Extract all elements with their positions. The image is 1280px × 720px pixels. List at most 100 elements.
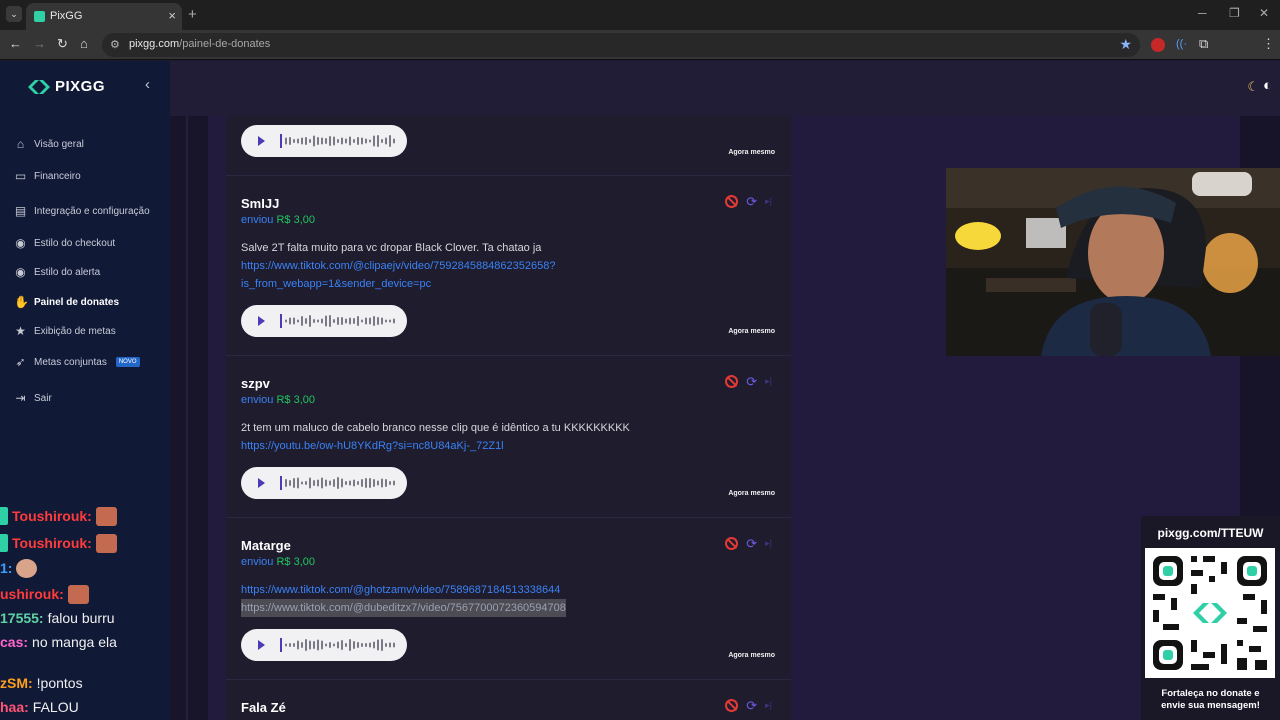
sidebar-item-visao-geral[interactable]: ⌂ Visão geral xyxy=(14,135,84,153)
play-icon[interactable] xyxy=(258,640,265,650)
pixgg-favicon-icon xyxy=(34,11,45,22)
reload-icon[interactable]: ↻ xyxy=(57,37,68,51)
emote-icon xyxy=(95,533,117,553)
browser-toolbar: ← → ↻ ⌂ ⚙ pixgg.com/painel-de-donates ★ … xyxy=(0,30,1280,81)
new-badge: NOVO xyxy=(115,357,140,367)
address-bar[interactable]: ⚙ pixgg.com/painel-de-donates ★ xyxy=(102,33,1140,57)
tab-close-icon[interactable]: × xyxy=(168,8,176,23)
audio-player[interactable] xyxy=(241,629,407,661)
block-icon[interactable] xyxy=(725,699,739,712)
chat-line: ushirouk: xyxy=(0,584,89,604)
webcam-overlay xyxy=(946,168,1280,356)
donor-name: SmIJJ xyxy=(241,196,280,211)
home-icon: ⌂ xyxy=(16,136,25,151)
collapse-sidebar-icon[interactable]: ‹ xyxy=(145,76,150,93)
donation-time: Agora mesmo xyxy=(728,149,775,156)
back-icon[interactable]: ← xyxy=(9,37,22,51)
bookmark-star-icon[interactable]: ★ xyxy=(1119,36,1132,53)
donation-link[interactable]: https://youtu.be/ow-hU8YKdRg?si=nc8U84aK… xyxy=(241,437,504,455)
audio-player[interactable] xyxy=(241,125,407,157)
minimize-icon[interactable]: ─ xyxy=(1198,6,1207,20)
playhead xyxy=(280,638,282,652)
sidebar-item-estilo-checkout[interactable]: ◉ Estilo do checkout xyxy=(14,234,115,252)
app-header: ☾ ◐ xyxy=(170,61,1280,116)
sidebar-item-integracao[interactable]: ▤ Integração e configuração xyxy=(14,202,150,220)
block-icon[interactable] xyxy=(725,195,739,208)
extension-shield-icon[interactable] xyxy=(1151,38,1165,52)
target-icon: ➶ xyxy=(15,354,26,369)
sun-icon[interactable]: ☾ xyxy=(1247,79,1259,95)
gutter-divider xyxy=(186,116,188,720)
emote-icon xyxy=(95,506,117,526)
chat-line: zSM: !pontos xyxy=(0,675,83,691)
donation-link[interactable]: https://www.tiktok.com/@ghotzamv/video/7… xyxy=(241,581,560,599)
tab-search-button[interactable]: ⌄ xyxy=(6,6,22,22)
close-window-icon[interactable]: ✕ xyxy=(1259,6,1269,20)
audio-player[interactable] xyxy=(241,305,407,337)
home-button-icon[interactable]: ⌂ xyxy=(80,37,88,51)
donation-amount-line: enviou R$ 3,00 xyxy=(241,394,316,406)
extensions-puzzle-icon[interactable]: ⧉ xyxy=(1199,37,1208,51)
replay-icon[interactable]: ⟳ xyxy=(746,699,757,712)
qr-code[interactable] xyxy=(1145,548,1275,678)
block-icon[interactable] xyxy=(725,375,739,388)
new-tab-button[interactable]: + xyxy=(188,6,197,23)
donation-link[interactable]: is_from_webapp=1&sender_device=pc xyxy=(241,275,431,293)
url-text: pixgg.com/painel-de-donates xyxy=(129,38,271,50)
skip-icon[interactable]: ▸| xyxy=(765,538,772,549)
waveform xyxy=(285,639,395,651)
browser-menu-icon[interactable]: ⋮ xyxy=(1262,37,1275,51)
sidebar-item-financeiro[interactable]: ▭ Financeiro xyxy=(14,167,81,185)
donation-actions: ⟳ ▸| xyxy=(725,537,772,550)
donation-card: Fala Zé ⟳ ▸| xyxy=(226,680,791,720)
tab-title: PixGG xyxy=(50,10,83,22)
chat-line: 1: xyxy=(0,558,38,578)
extension-wave-icon[interactable]: ((· xyxy=(1176,37,1187,51)
browser-tab-pixgg[interactable]: PixGG × xyxy=(26,3,182,30)
forward-icon[interactable]: → xyxy=(33,37,46,51)
donation-card: Matarge enviou R$ 3,00 ⟳ ▸| https://www.… xyxy=(226,518,791,680)
chat-line: haa: FALOU xyxy=(0,699,79,715)
qr-code-icon xyxy=(1145,548,1275,678)
star-icon: ★ xyxy=(15,323,26,338)
donation-link[interactable]: https://www.tiktok.com/@clipaejv/video/7… xyxy=(241,257,555,275)
sidebar-item-painel-donates[interactable]: ✋ Painel de donates xyxy=(14,293,119,311)
donation-message: Salve 2T falta muito para vc dropar Blac… xyxy=(241,242,542,254)
audio-player[interactable] xyxy=(241,467,407,499)
play-icon[interactable] xyxy=(258,478,265,488)
block-icon[interactable] xyxy=(725,537,739,550)
sidebar-item-exibicao-metas[interactable]: ★ Exibição de metas xyxy=(14,322,116,340)
donation-actions: ⟳ ▸| xyxy=(725,699,772,712)
donation-card: szpv enviou R$ 3,00 ⟳ ▸| 2t tem um maluc… xyxy=(226,356,791,518)
sidebar-item-metas-conjuntas[interactable]: ➶ Metas conjuntas NOVO xyxy=(14,353,140,371)
emote-icon xyxy=(67,584,89,604)
chat-badge-icon xyxy=(0,534,8,552)
skip-icon[interactable]: ▸| xyxy=(765,700,772,711)
donation-actions: ⟳ ▸| xyxy=(725,375,772,388)
donation-link-selected[interactable]: https://www.tiktok.com/@dubeditzx7/video… xyxy=(241,599,566,617)
sidebar-item-estilo-alerta[interactable]: ◉ Estilo do alerta xyxy=(14,263,100,281)
browser-tab-strip: ⌄ PixGG × + ─ ❐ ✕ xyxy=(0,0,1280,30)
palette-icon: ◉ xyxy=(15,264,26,279)
moon-icon[interactable]: ◐ xyxy=(1263,77,1272,94)
chat-line: Toushirouk: xyxy=(0,533,117,553)
restore-icon[interactable]: ❐ xyxy=(1229,6,1240,20)
site-info-icon[interactable]: ⚙ xyxy=(110,38,120,51)
donation-time: Agora mesmo xyxy=(728,490,775,497)
play-icon[interactable] xyxy=(258,316,265,326)
waveform xyxy=(285,315,395,327)
pixgg-logo-icon xyxy=(28,80,50,94)
settings-icon: ▤ xyxy=(14,203,27,218)
play-icon[interactable] xyxy=(258,136,265,146)
waveform xyxy=(285,135,395,147)
skip-icon[interactable]: ▸| xyxy=(765,196,772,207)
sidebar-item-sair[interactable]: ⇥ Sair xyxy=(14,389,51,407)
webcam-feed xyxy=(946,168,1280,356)
emote-icon xyxy=(16,558,38,578)
replay-icon[interactable]: ⟳ xyxy=(746,375,757,388)
skip-icon[interactable]: ▸| xyxy=(765,376,772,387)
replay-icon[interactable]: ⟳ xyxy=(746,537,757,550)
playhead xyxy=(280,476,282,490)
replay-icon[interactable]: ⟳ xyxy=(746,195,757,208)
donation-amount-line: enviou R$ 3,00 xyxy=(241,556,316,568)
